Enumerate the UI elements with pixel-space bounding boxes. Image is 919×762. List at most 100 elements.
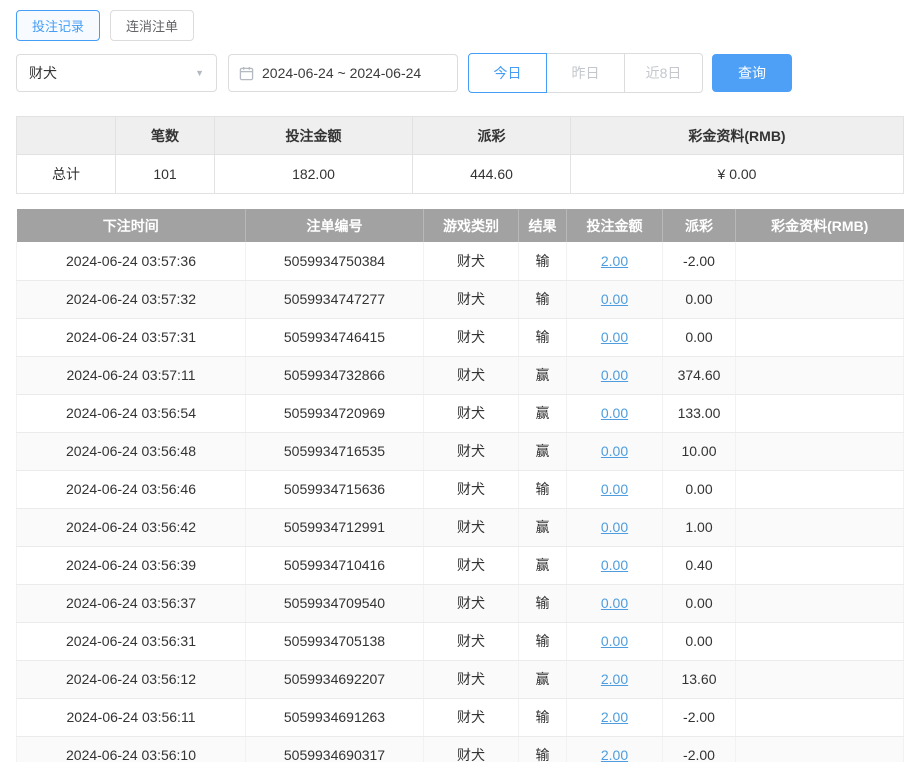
- bet-amount-link[interactable]: 0.00: [601, 595, 628, 611]
- cell-result: 输: [519, 736, 567, 762]
- cell-bet-time: 2024-06-24 03:56:12: [17, 660, 246, 698]
- bet-amount-link[interactable]: 0.00: [601, 405, 628, 421]
- cell-bet-time: 2024-06-24 03:56:10: [17, 736, 246, 762]
- cell-game-type: 财犬: [424, 660, 519, 698]
- cell-game-type: 财犬: [424, 470, 519, 508]
- cell-bet-time: 2024-06-24 03:56:39: [17, 546, 246, 584]
- cell-bet-amount: 0.00: [567, 280, 663, 318]
- cell-payout: -2.00: [663, 736, 736, 762]
- cell-order-id: 5059934720969: [246, 394, 424, 432]
- filter-bar: 财犬 ▼ 2024-06-24 ~ 2024-06-24 今日 昨日 近8日 查…: [16, 53, 903, 93]
- bet-amount-link[interactable]: 0.00: [601, 291, 628, 307]
- cell-bonus: [736, 432, 904, 470]
- summary-header-bet-amount: 投注金额: [215, 117, 413, 155]
- cell-payout: 0.00: [663, 318, 736, 356]
- cell-payout: 0.00: [663, 622, 736, 660]
- cell-game-type: 财犬: [424, 318, 519, 356]
- cell-game-type: 财犬: [424, 394, 519, 432]
- bet-amount-link[interactable]: 0.00: [601, 367, 628, 383]
- cell-payout: -2.00: [663, 242, 736, 280]
- bet-amount-link[interactable]: 2.00: [601, 747, 628, 762]
- cell-bet-time: 2024-06-24 03:56:37: [17, 584, 246, 622]
- cell-result: 输: [519, 698, 567, 736]
- bet-amount-link[interactable]: 0.00: [601, 329, 628, 345]
- cell-order-id: 5059934716535: [246, 432, 424, 470]
- cell-bonus: [736, 242, 904, 280]
- cell-bet-time: 2024-06-24 03:56:48: [17, 432, 246, 470]
- range-button-last8days[interactable]: 近8日: [624, 53, 703, 93]
- table-row: 2024-06-24 03:56:54 5059934720969 财犬 赢 0…: [17, 394, 904, 432]
- table-row: 2024-06-24 03:56:12 5059934692207 财犬 赢 2…: [17, 660, 904, 698]
- cell-order-id: 5059934705138: [246, 622, 424, 660]
- cell-bet-time: 2024-06-24 03:57:36: [17, 242, 246, 280]
- summary-bonus-value: ¥ 0.00: [571, 155, 904, 194]
- cell-game-type: 财犬: [424, 546, 519, 584]
- table-row: 2024-06-24 03:57:36 5059934750384 财犬 输 2…: [17, 242, 904, 280]
- header-bet-time: 下注时间: [17, 209, 246, 242]
- table-row: 2024-06-24 03:57:31 5059934746415 财犬 输 0…: [17, 318, 904, 356]
- summary-payout-value: 444.60: [413, 155, 571, 194]
- search-button[interactable]: 查询: [712, 54, 792, 92]
- bet-amount-link[interactable]: 0.00: [601, 443, 628, 459]
- bet-amount-link[interactable]: 2.00: [601, 671, 628, 687]
- range-button-yesterday[interactable]: 昨日: [546, 53, 625, 93]
- cell-order-id: 5059934690317: [246, 736, 424, 762]
- chevron-down-icon: ▼: [195, 68, 204, 78]
- game-select-value: 财犬: [29, 63, 57, 83]
- bet-amount-link[interactable]: 2.00: [601, 709, 628, 725]
- cell-game-type: 财犬: [424, 356, 519, 394]
- header-order-id: 注单编号: [246, 209, 424, 242]
- bet-amount-link[interactable]: 0.00: [601, 519, 628, 535]
- cell-bet-amount: 0.00: [567, 584, 663, 622]
- cell-result: 输: [519, 318, 567, 356]
- cell-order-id: 5059934692207: [246, 660, 424, 698]
- cell-order-id: 5059934715636: [246, 470, 424, 508]
- cell-bet-time: 2024-06-24 03:57:31: [17, 318, 246, 356]
- tab-cancelled-orders[interactable]: 连消注单: [110, 10, 194, 41]
- tab-betting-records[interactable]: 投注记录: [16, 10, 100, 41]
- cell-order-id: 5059934691263: [246, 698, 424, 736]
- header-bet-amount: 投注金额: [567, 209, 663, 242]
- top-tabs: 投注记录 连消注单: [16, 10, 903, 41]
- cell-bet-amount: 0.00: [567, 394, 663, 432]
- bet-amount-link[interactable]: 0.00: [601, 557, 628, 573]
- cell-game-type: 财犬: [424, 736, 519, 762]
- cell-bet-time: 2024-06-24 03:56:31: [17, 622, 246, 660]
- cell-bet-amount: 0.00: [567, 470, 663, 508]
- cell-payout: 0.40: [663, 546, 736, 584]
- date-range-input[interactable]: 2024-06-24 ~ 2024-06-24: [228, 54, 458, 92]
- range-button-today[interactable]: 今日: [468, 53, 547, 93]
- cell-bonus: [736, 318, 904, 356]
- game-select[interactable]: 财犬 ▼: [16, 54, 217, 92]
- cell-game-type: 财犬: [424, 698, 519, 736]
- summary-count-value: 101: [116, 155, 215, 194]
- cell-result: 输: [519, 584, 567, 622]
- cell-result: 赢: [519, 356, 567, 394]
- cell-bet-amount: 0.00: [567, 622, 663, 660]
- cell-payout: 1.00: [663, 508, 736, 546]
- bet-amount-link[interactable]: 0.00: [601, 481, 628, 497]
- cell-result: 输: [519, 470, 567, 508]
- cell-game-type: 财犬: [424, 508, 519, 546]
- bet-amount-link[interactable]: 2.00: [601, 253, 628, 269]
- bet-amount-link[interactable]: 0.00: [601, 633, 628, 649]
- summary-total-label: 总计: [17, 155, 116, 194]
- cell-bonus: [736, 584, 904, 622]
- cell-bet-amount: 0.00: [567, 546, 663, 584]
- table-row: 2024-06-24 03:56:46 5059934715636 财犬 输 0…: [17, 470, 904, 508]
- quick-range-group: 今日 昨日 近8日: [468, 53, 703, 93]
- cell-game-type: 财犬: [424, 584, 519, 622]
- records-table-body: 2024-06-24 03:57:36 5059934750384 财犬 输 2…: [17, 242, 904, 762]
- cell-game-type: 财犬: [424, 242, 519, 280]
- cell-bonus: [736, 356, 904, 394]
- cell-order-id: 5059934709540: [246, 584, 424, 622]
- cell-payout: 133.00: [663, 394, 736, 432]
- cell-bet-time: 2024-06-24 03:56:42: [17, 508, 246, 546]
- cell-bet-amount: 0.00: [567, 432, 663, 470]
- table-row: 2024-06-24 03:56:31 5059934705138 财犬 输 0…: [17, 622, 904, 660]
- cell-order-id: 5059934712991: [246, 508, 424, 546]
- cell-result: 赢: [519, 508, 567, 546]
- table-row: 2024-06-24 03:56:37 5059934709540 财犬 输 0…: [17, 584, 904, 622]
- cell-payout: 0.00: [663, 584, 736, 622]
- cell-payout: 0.00: [663, 470, 736, 508]
